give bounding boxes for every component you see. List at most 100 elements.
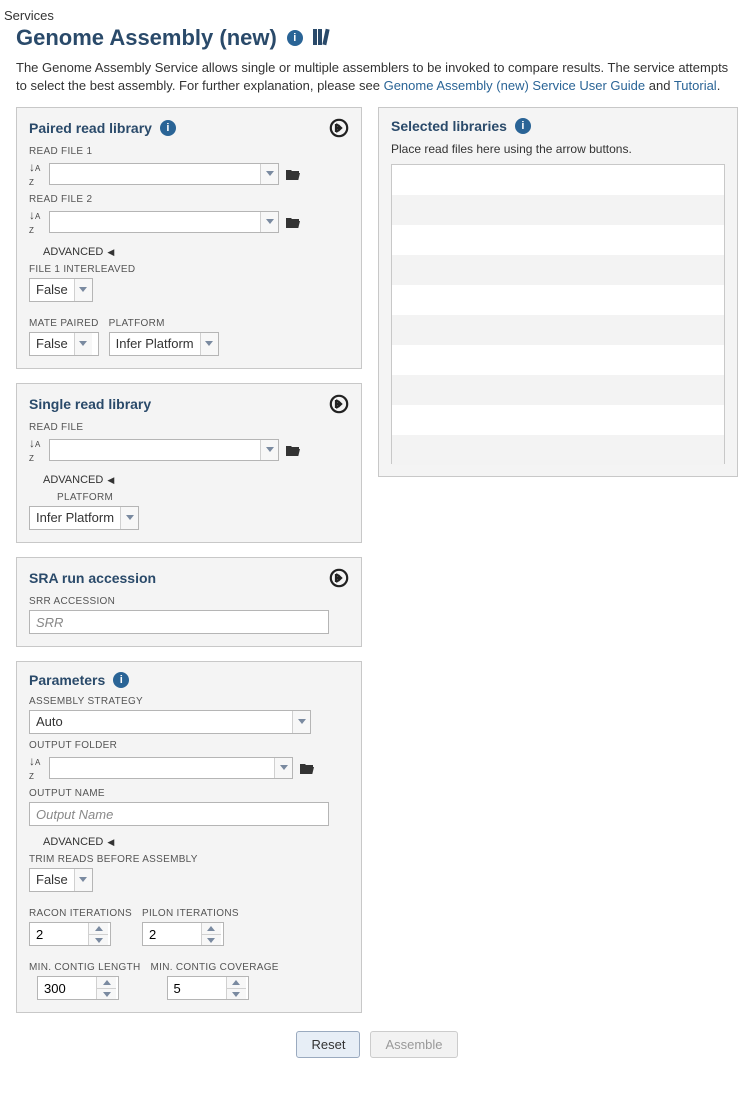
- racon-label: RACON ITERATIONS: [29, 908, 132, 919]
- triangle-left-icon: ◀: [107, 247, 114, 258]
- paired-platform-select[interactable]: Infer Platform: [109, 332, 219, 356]
- chevron-down-icon[interactable]: [120, 507, 138, 529]
- sort-az-icon[interactable]: ↓AZ: [29, 208, 43, 236]
- info-icon[interactable]: i: [160, 120, 176, 136]
- advanced-label: ADVANCED: [43, 246, 103, 258]
- min-contig-len-input[interactable]: [38, 977, 96, 999]
- read-file-1-input[interactable]: [50, 164, 260, 184]
- read-file-2-input[interactable]: [50, 212, 260, 232]
- chevron-down-icon[interactable]: [260, 212, 278, 232]
- assembly-strategy-label: ASSEMBLY STRATEGY: [29, 696, 349, 707]
- selected-libraries-dropzone[interactable]: [391, 164, 725, 464]
- spin-up-icon[interactable]: [97, 977, 116, 989]
- min-contig-len-label: MIN. CONTIG LENGTH: [29, 962, 141, 973]
- racon-spinner[interactable]: [29, 922, 111, 946]
- user-guide-link[interactable]: Genome Assembly (new) Service User Guide: [384, 78, 646, 93]
- racon-input[interactable]: [30, 923, 88, 945]
- selected-title: Selected libraries: [391, 118, 507, 134]
- min-contig-cov-input[interactable]: [168, 977, 226, 999]
- trim-label: TRIM READS BEFORE ASSEMBLY: [29, 854, 349, 865]
- assembly-strategy-select[interactable]: Auto: [29, 710, 311, 734]
- assembly-strategy-value: Auto: [30, 711, 292, 733]
- single-advanced-toggle[interactable]: ADVANCED ◀: [43, 474, 349, 486]
- triangle-left-icon: ◀: [107, 475, 114, 486]
- single-read-file-combo[interactable]: [49, 439, 279, 461]
- desc-after: .: [717, 78, 721, 93]
- sort-az-icon[interactable]: ↓AZ: [29, 160, 43, 188]
- chevron-down-icon[interactable]: [292, 711, 310, 733]
- paired-read-panel: Paired read library i READ FILE 1 ↓AZ RE…: [16, 107, 362, 369]
- triangle-left-icon: ◀: [107, 837, 114, 848]
- output-name-input[interactable]: [29, 802, 329, 826]
- books-icon[interactable]: [313, 28, 333, 49]
- pilon-label: PILON ITERATIONS: [142, 908, 239, 919]
- assemble-button[interactable]: Assemble: [370, 1031, 457, 1058]
- advanced-label: ADVANCED: [43, 474, 103, 486]
- file1-interleaved-select[interactable]: False: [29, 278, 93, 302]
- paired-platform-label: PLATFORM: [109, 318, 219, 329]
- chevron-down-icon[interactable]: [260, 440, 278, 460]
- sort-az-icon[interactable]: ↓AZ: [29, 436, 43, 464]
- chevron-down-icon[interactable]: [260, 164, 278, 184]
- spin-down-icon[interactable]: [227, 989, 246, 1000]
- advanced-label: ADVANCED: [43, 836, 103, 848]
- read-file-1-combo[interactable]: [49, 163, 279, 185]
- mate-paired-select[interactable]: False: [29, 332, 99, 356]
- single-title: Single read library: [29, 396, 151, 412]
- min-contig-cov-spinner[interactable]: [167, 976, 249, 1000]
- chevron-down-icon[interactable]: [200, 333, 218, 355]
- trim-select[interactable]: False: [29, 868, 93, 892]
- min-contig-cov-label: MIN. CONTIG COVERAGE: [151, 962, 279, 973]
- chevron-down-icon[interactable]: [274, 758, 292, 778]
- output-folder-input[interactable]: [50, 758, 274, 778]
- read-file-2-combo[interactable]: [49, 211, 279, 233]
- folder-open-icon[interactable]: [285, 167, 301, 181]
- single-read-file-input[interactable]: [50, 440, 260, 460]
- chevron-down-icon[interactable]: [74, 279, 92, 301]
- spin-down-icon[interactable]: [89, 935, 108, 946]
- single-platform-label: PLATFORM: [57, 492, 349, 503]
- desc-mid: and: [649, 78, 674, 93]
- spin-down-icon[interactable]: [97, 989, 116, 1000]
- single-platform-select[interactable]: Infer Platform: [29, 506, 139, 530]
- min-contig-len-spinner[interactable]: [37, 976, 119, 1000]
- info-icon[interactable]: i: [515, 118, 531, 134]
- read-file-2-label: READ FILE 2: [29, 194, 349, 205]
- mate-paired-value: False: [30, 333, 74, 355]
- breadcrumb: Services: [4, 8, 750, 23]
- srr-accession-input[interactable]: [29, 610, 329, 634]
- spin-up-icon[interactable]: [227, 977, 246, 989]
- sra-panel: SRA run accession SRR ACCESSION: [16, 557, 362, 647]
- file1-interleaved-value: False: [30, 279, 74, 301]
- chevron-down-icon[interactable]: [74, 333, 92, 355]
- chevron-down-icon[interactable]: [74, 869, 92, 891]
- add-single-arrow-button[interactable]: [329, 394, 349, 414]
- spin-up-icon[interactable]: [89, 923, 108, 935]
- paired-platform-value: Infer Platform: [110, 333, 200, 355]
- output-folder-label: OUTPUT FOLDER: [29, 740, 349, 751]
- paired-advanced-toggle[interactable]: ADVANCED ◀: [43, 246, 349, 258]
- selected-help-text: Place read files here using the arrow bu…: [391, 142, 725, 156]
- add-sra-arrow-button[interactable]: [329, 568, 349, 588]
- page-title: Genome Assembly (new): [16, 25, 277, 51]
- output-name-label: OUTPUT NAME: [29, 788, 349, 799]
- info-icon[interactable]: i: [287, 30, 303, 46]
- output-folder-combo[interactable]: [49, 757, 293, 779]
- spin-up-icon[interactable]: [202, 923, 221, 935]
- selected-libraries-panel: Selected libraries i Place read files he…: [378, 107, 738, 477]
- page-description: The Genome Assembly Service allows singl…: [16, 59, 738, 95]
- single-read-panel: Single read library READ FILE ↓AZ ADVANC…: [16, 383, 362, 543]
- folder-open-icon[interactable]: [299, 761, 315, 775]
- tutorial-link[interactable]: Tutorial: [674, 78, 717, 93]
- pilon-input[interactable]: [143, 923, 201, 945]
- spin-down-icon[interactable]: [202, 935, 221, 946]
- folder-open-icon[interactable]: [285, 215, 301, 229]
- sort-az-icon[interactable]: ↓AZ: [29, 754, 43, 782]
- add-paired-arrow-button[interactable]: [329, 118, 349, 138]
- folder-open-icon[interactable]: [285, 443, 301, 457]
- parameters-panel: Parameters i ASSEMBLY STRATEGY Auto OUTP…: [16, 661, 362, 1013]
- reset-button[interactable]: Reset: [296, 1031, 360, 1058]
- info-icon[interactable]: i: [113, 672, 129, 688]
- pilon-spinner[interactable]: [142, 922, 224, 946]
- params-advanced-toggle[interactable]: ADVANCED ◀: [43, 836, 349, 848]
